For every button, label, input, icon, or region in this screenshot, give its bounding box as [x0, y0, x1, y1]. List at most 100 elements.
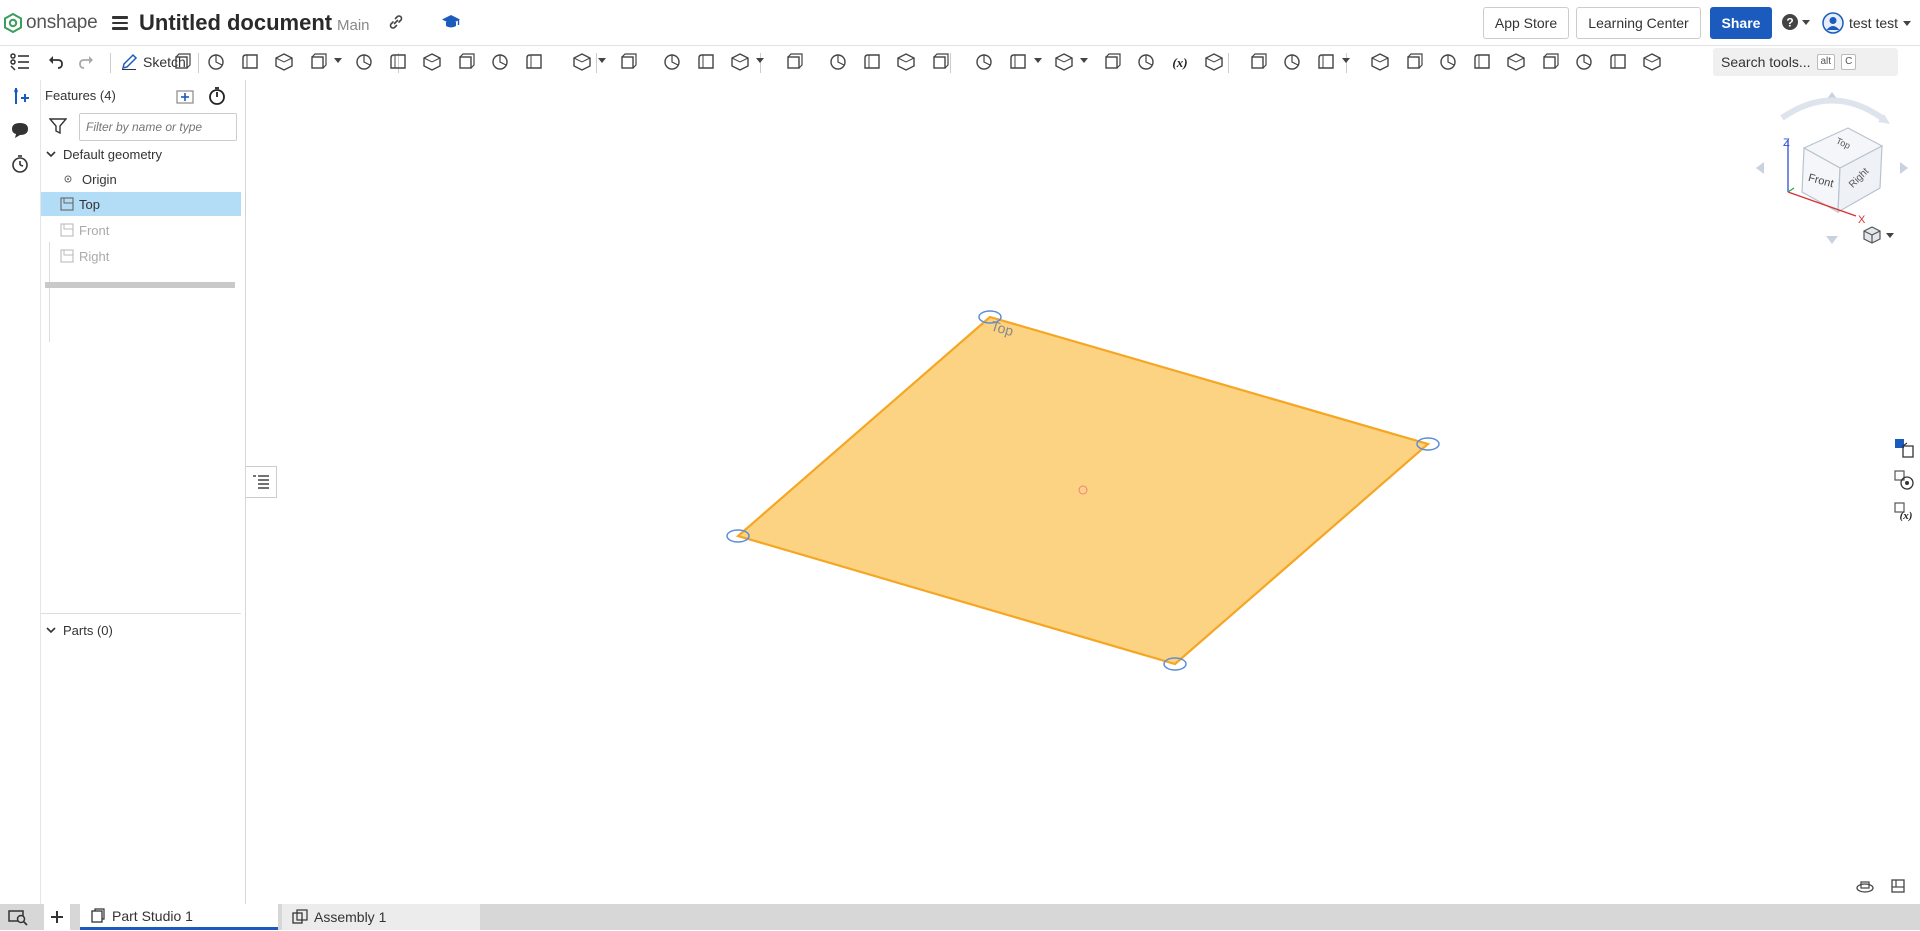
boolean-icon[interactable]: [660, 50, 684, 74]
sweep-icon[interactable]: [238, 50, 262, 74]
left-rail: [0, 46, 40, 927]
split-icon[interactable]: [694, 50, 718, 74]
tree-group-default-geometry[interactable]: Default geometry: [41, 142, 241, 166]
appearance-panel-icon[interactable]: [1888, 432, 1920, 464]
add-folder-icon[interactable]: [176, 87, 196, 110]
cut-list-icon[interactable]: [1470, 50, 1494, 74]
shortcut-key: C: [1841, 54, 1857, 70]
top-plane[interactable]: [735, 315, 1431, 666]
extrude-icon[interactable]: [170, 50, 194, 74]
tab-icon[interactable]: [1314, 50, 1338, 74]
learning-center-button[interactable]: Learning Center: [1576, 7, 1701, 39]
rotate-left-arrow-icon[interactable]: [1756, 162, 1764, 174]
gusset-icon[interactable]: [1402, 50, 1426, 74]
mass-properties-icon[interactable]: [1855, 878, 1875, 899]
chevron-down-icon: [1903, 20, 1912, 26]
graphics-viewport[interactable]: Top: [247, 80, 1920, 904]
move-face-icon[interactable]: [894, 50, 918, 74]
measure-icon[interactable]: [1890, 878, 1906, 899]
surface-icon[interactable]: [1504, 50, 1528, 74]
replace-face-icon[interactable]: [928, 50, 952, 74]
fillet-icon[interactable]: [352, 50, 376, 74]
search-tools-button[interactable]: Search tools... alt C: [1713, 48, 1898, 76]
draft-icon[interactable]: [420, 50, 444, 74]
feature-filter-input[interactable]: [79, 113, 237, 141]
part-studio-icon: [91, 907, 105, 923]
delete-face-icon[interactable]: [860, 50, 884, 74]
add-tab-button[interactable]: [44, 904, 70, 930]
mate-connector-icon[interactable]: [1006, 50, 1030, 74]
user-menu[interactable]: test test: [1822, 12, 1912, 34]
graduation-cap-icon[interactable]: [441, 13, 461, 36]
wrap-icon[interactable]: [1538, 50, 1562, 74]
end-cap-icon[interactable]: [1436, 50, 1460, 74]
thicken-icon[interactable]: [306, 50, 330, 74]
bridging-curve-icon[interactable]: [1572, 50, 1596, 74]
tab-manager-icon[interactable]: [8, 908, 28, 931]
tree-item-right[interactable]: Right: [41, 244, 241, 268]
svg-text:?: ?: [1786, 16, 1793, 30]
transform-icon[interactable]: [728, 50, 752, 74]
custom-feature-icon[interactable]: [1640, 50, 1664, 74]
history-icon[interactable]: [8, 152, 32, 176]
chevron-down-icon[interactable]: [598, 58, 606, 63]
feature-list-icon[interactable]: [8, 50, 32, 74]
modify-fillet-icon[interactable]: [826, 50, 850, 74]
rib-icon[interactable]: [454, 50, 478, 74]
variable-icon[interactable]: (x): [1168, 50, 1192, 74]
comments-icon[interactable]: [8, 118, 32, 142]
parts-group[interactable]: Parts (0): [41, 618, 113, 642]
document-title[interactable]: Untitled document: [139, 10, 332, 36]
helix-icon[interactable]: [1052, 50, 1076, 74]
hole-icon[interactable]: [522, 50, 546, 74]
undo-icon[interactable]: [44, 50, 68, 74]
chevron-down-icon[interactable]: [1034, 58, 1042, 63]
plane-tool-icon[interactable]: [972, 50, 996, 74]
chevron-down-icon[interactable]: [756, 58, 764, 63]
help-menu[interactable]: ?: [1781, 13, 1810, 31]
chevron-down-icon: [1886, 232, 1894, 238]
shortcut-alt: alt: [1816, 54, 1836, 70]
delete-part-icon[interactable]: [782, 50, 806, 74]
feature-panel-scrollbar[interactable]: [45, 282, 235, 288]
chamfer-icon[interactable]: [386, 50, 410, 74]
variables-panel-icon[interactable]: (x): [1888, 496, 1920, 528]
main-menu-icon[interactable]: [112, 13, 128, 31]
point-icon[interactable]: [1100, 50, 1124, 74]
rotate-right-arrow-icon[interactable]: [1900, 162, 1908, 174]
view-cube[interactable]: Top Front Right Z X: [1752, 88, 1912, 248]
linear-pattern-icon[interactable]: [570, 50, 594, 74]
link-icon[interactable]: [388, 14, 404, 35]
tree-item-top[interactable]: Top: [41, 192, 241, 216]
onshape-logo[interactable]: onshape: [4, 12, 98, 34]
filter-icon[interactable]: [48, 118, 68, 139]
flange-icon[interactable]: [1280, 50, 1304, 74]
tree-item-front[interactable]: Front: [41, 218, 241, 242]
tree-item-origin[interactable]: Origin: [41, 167, 241, 191]
chevron-down-icon[interactable]: [334, 58, 342, 63]
mirror-icon[interactable]: [616, 50, 640, 74]
sheet-metal-icon[interactable]: [1246, 50, 1270, 74]
shell-icon[interactable]: [488, 50, 512, 74]
loft-icon[interactable]: [272, 50, 296, 74]
feature-panel: Features (4) Default geometry Origin Top…: [40, 80, 246, 904]
composite-curve-icon[interactable]: [1606, 50, 1630, 74]
display-states-icon[interactable]: [1888, 464, 1920, 496]
revolve-icon[interactable]: [204, 50, 228, 74]
rollback-timer-icon[interactable]: [207, 86, 227, 111]
app-store-button[interactable]: App Store: [1483, 7, 1569, 39]
frame-icon[interactable]: [1368, 50, 1392, 74]
chevron-down-icon[interactable]: [1080, 58, 1088, 63]
tab-assembly-1[interactable]: Assembly 1: [282, 904, 480, 930]
svg-text:(x): (x): [1900, 510, 1913, 522]
rotate-down-arrow-icon[interactable]: [1826, 236, 1838, 244]
enclose-icon[interactable]: [1202, 50, 1226, 74]
chevron-down-icon[interactable]: [1342, 58, 1350, 63]
share-button[interactable]: Share: [1710, 7, 1772, 39]
view-options-menu[interactable]: [1862, 225, 1894, 245]
add-feature-icon[interactable]: [8, 84, 32, 108]
redo-icon[interactable]: [74, 50, 98, 74]
tab-label: Part Studio 1: [112, 907, 193, 924]
fit-spline-icon[interactable]: [1134, 50, 1158, 74]
tab-part-studio-1[interactable]: Part Studio 1: [80, 904, 278, 930]
